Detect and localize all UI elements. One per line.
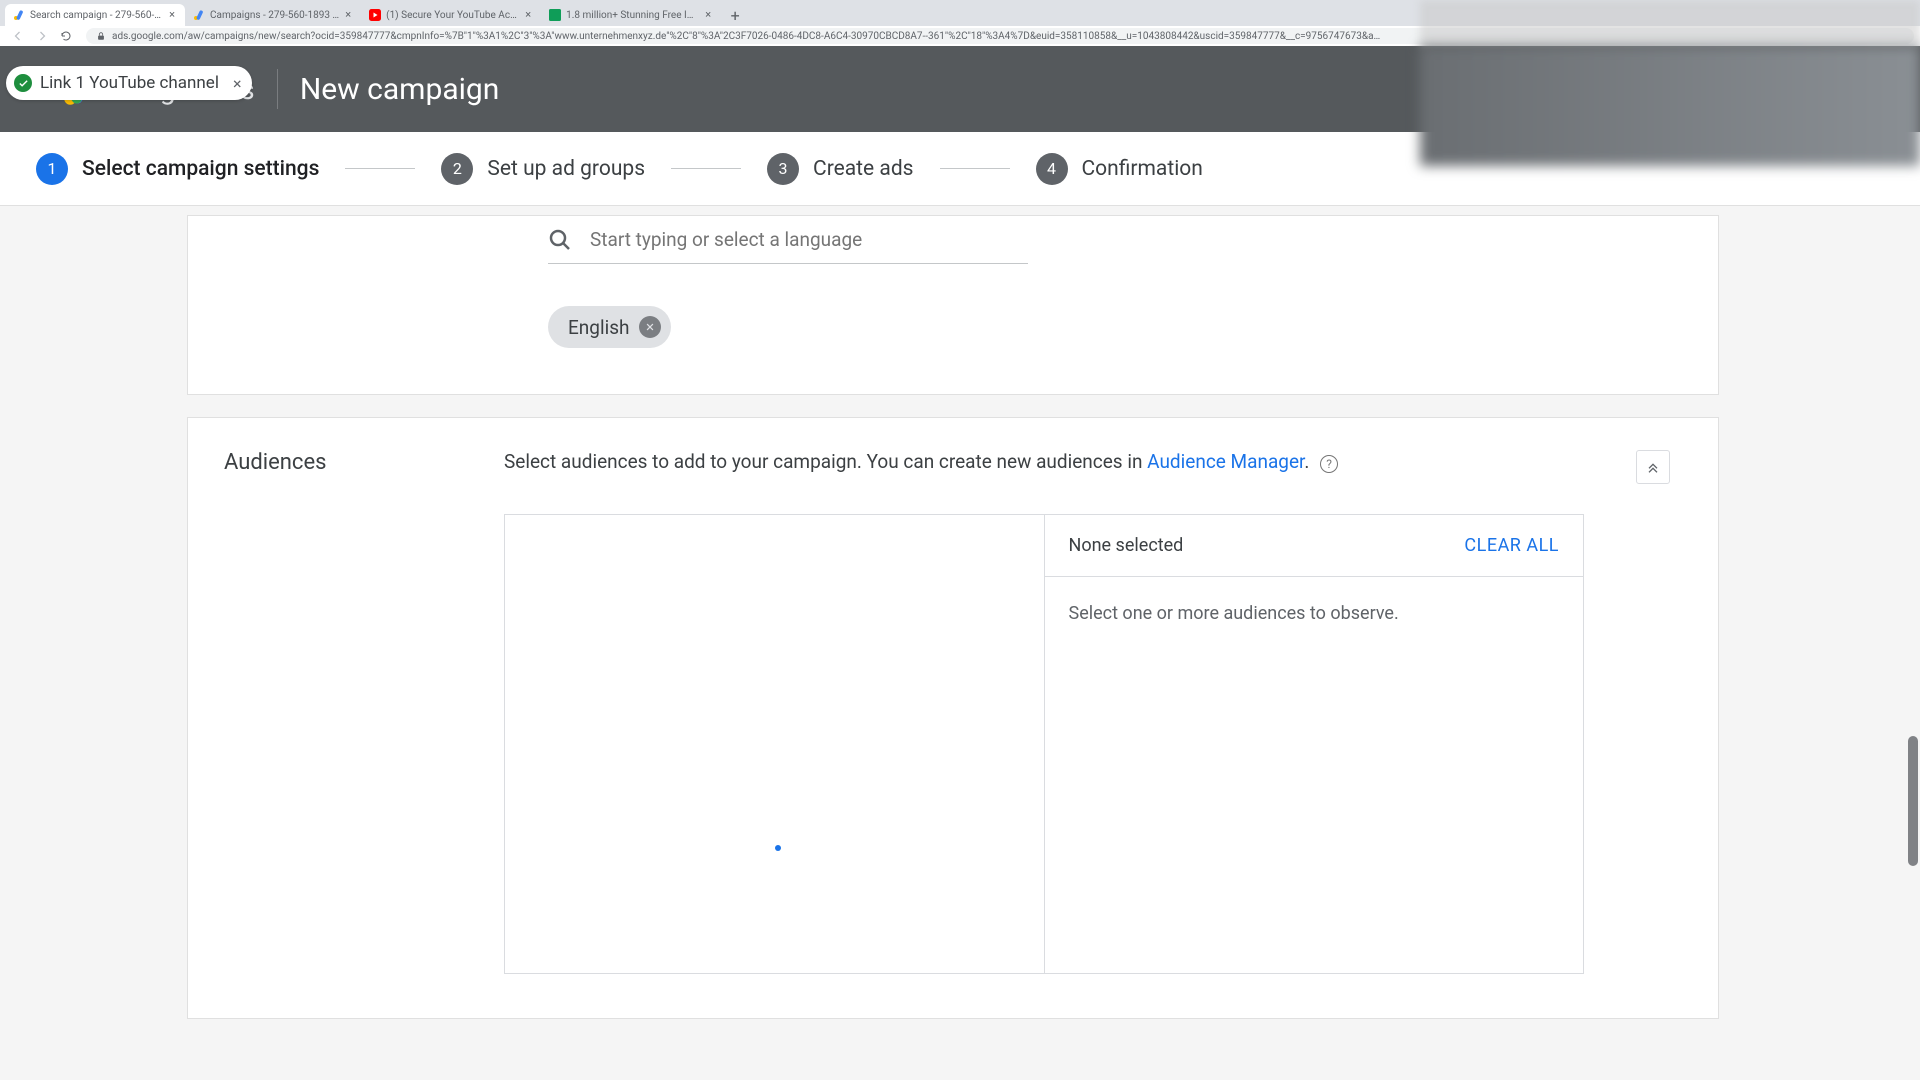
tab-title: Campaigns - 279-560-1893 … <box>210 10 339 21</box>
tab-title: (1) Secure Your YouTube Acc… <box>386 10 519 21</box>
browser-tab[interactable]: Search campaign - 279-560-1… × <box>5 4 185 26</box>
step-4[interactable]: 4 Confirmation <box>1036 153 1203 185</box>
step-label: Confirmation <box>1082 157 1203 181</box>
chevron-up-icon <box>1645 459 1661 475</box>
language-search-placeholder: Start typing or select a language <box>590 228 862 251</box>
step-number: 3 <box>767 153 799 185</box>
language-chip: English <box>548 306 671 348</box>
page-title: New campaign <box>300 72 500 107</box>
google-ads-favicon <box>13 9 25 21</box>
audiences-desc-suffix: . <box>1304 450 1309 473</box>
step-number: 4 <box>1036 153 1068 185</box>
collapse-button[interactable] <box>1636 450 1670 484</box>
search-icon <box>548 228 572 252</box>
none-selected-label: None selected <box>1069 535 1465 556</box>
youtube-favicon <box>369 9 381 21</box>
audiences-title: Audiences <box>224 450 504 475</box>
loading-spinner <box>775 845 781 851</box>
new-tab-button[interactable]: + <box>725 5 745 25</box>
clear-all-button[interactable]: CLEAR ALL <box>1464 535 1559 556</box>
close-icon[interactable]: × <box>167 10 177 20</box>
step-2[interactable]: 2 Set up ad groups <box>441 153 645 185</box>
step-label: Create ads <box>813 157 913 181</box>
forward-button[interactable] <box>33 27 51 45</box>
close-icon[interactable]: × <box>343 10 353 20</box>
audiences-description: Select audiences to add to your campaign… <box>504 450 1622 473</box>
notification-text: Link 1 YouTube channel <box>40 73 219 93</box>
obscured-region <box>1420 0 1920 46</box>
audiences-selected-pane: None selected CLEAR ALL Select one or mo… <box>1044 515 1584 973</box>
browser-tab[interactable]: 1.8 million+ Stunning Free Im… × <box>541 4 721 26</box>
close-icon[interactable]: × <box>523 10 533 20</box>
step-label: Select campaign settings <box>82 157 319 181</box>
reload-button[interactable] <box>57 27 75 45</box>
tab-title: 1.8 million+ Stunning Free Im… <box>566 10 699 21</box>
remove-icon[interactable] <box>639 316 661 338</box>
step-3[interactable]: 3 Create ads <box>767 153 913 185</box>
audiences-card: Audiences Select audiences to add to you… <box>188 418 1718 1018</box>
divider <box>277 69 278 109</box>
audiences-empty-hint: Select one or more audiences to observe. <box>1045 577 1584 650</box>
audiences-browse-pane <box>505 515 1044 973</box>
close-icon[interactable]: × <box>233 74 242 93</box>
step-label: Set up ad groups <box>487 157 645 181</box>
lock-icon <box>96 31 106 41</box>
help-icon[interactable]: ? <box>1320 455 1338 473</box>
browser-tab[interactable]: (1) Secure Your YouTube Acc… × <box>361 4 541 26</box>
languages-card: Start typing or select a language Englis… <box>188 216 1718 394</box>
close-icon[interactable]: × <box>703 10 713 20</box>
tab-title: Search campaign - 279-560-1… <box>30 10 163 21</box>
audiences-desc-text: Select audiences to add to your campaign… <box>504 450 1147 473</box>
audiences-picker: None selected CLEAR ALL Select one or mo… <box>504 514 1584 974</box>
step-number: 1 <box>36 153 68 185</box>
audience-manager-link[interactable]: Audience Manager <box>1147 450 1304 473</box>
check-icon <box>14 74 32 92</box>
obscured-region <box>1420 46 1920 166</box>
step-connector <box>345 168 415 169</box>
notification-chip[interactable]: Link 1 YouTube channel × <box>6 66 252 100</box>
step-number: 2 <box>441 153 473 185</box>
browser-tab[interactable]: Campaigns - 279-560-1893 … × <box>185 4 361 26</box>
address-text: ads.google.com/aw/campaigns/new/search?o… <box>112 31 1380 42</box>
sheets-favicon <box>549 9 561 21</box>
language-search-input[interactable]: Start typing or select a language <box>548 216 1028 264</box>
content-area: Start typing or select a language Englis… <box>0 206 1920 1080</box>
scrollbar-thumb[interactable] <box>1908 736 1918 866</box>
step-connector <box>940 168 1010 169</box>
step-connector <box>671 168 741 169</box>
step-1[interactable]: 1 Select campaign settings <box>36 153 319 185</box>
back-button[interactable] <box>9 27 27 45</box>
google-ads-favicon <box>193 9 205 21</box>
language-chip-label: English <box>568 316 629 339</box>
